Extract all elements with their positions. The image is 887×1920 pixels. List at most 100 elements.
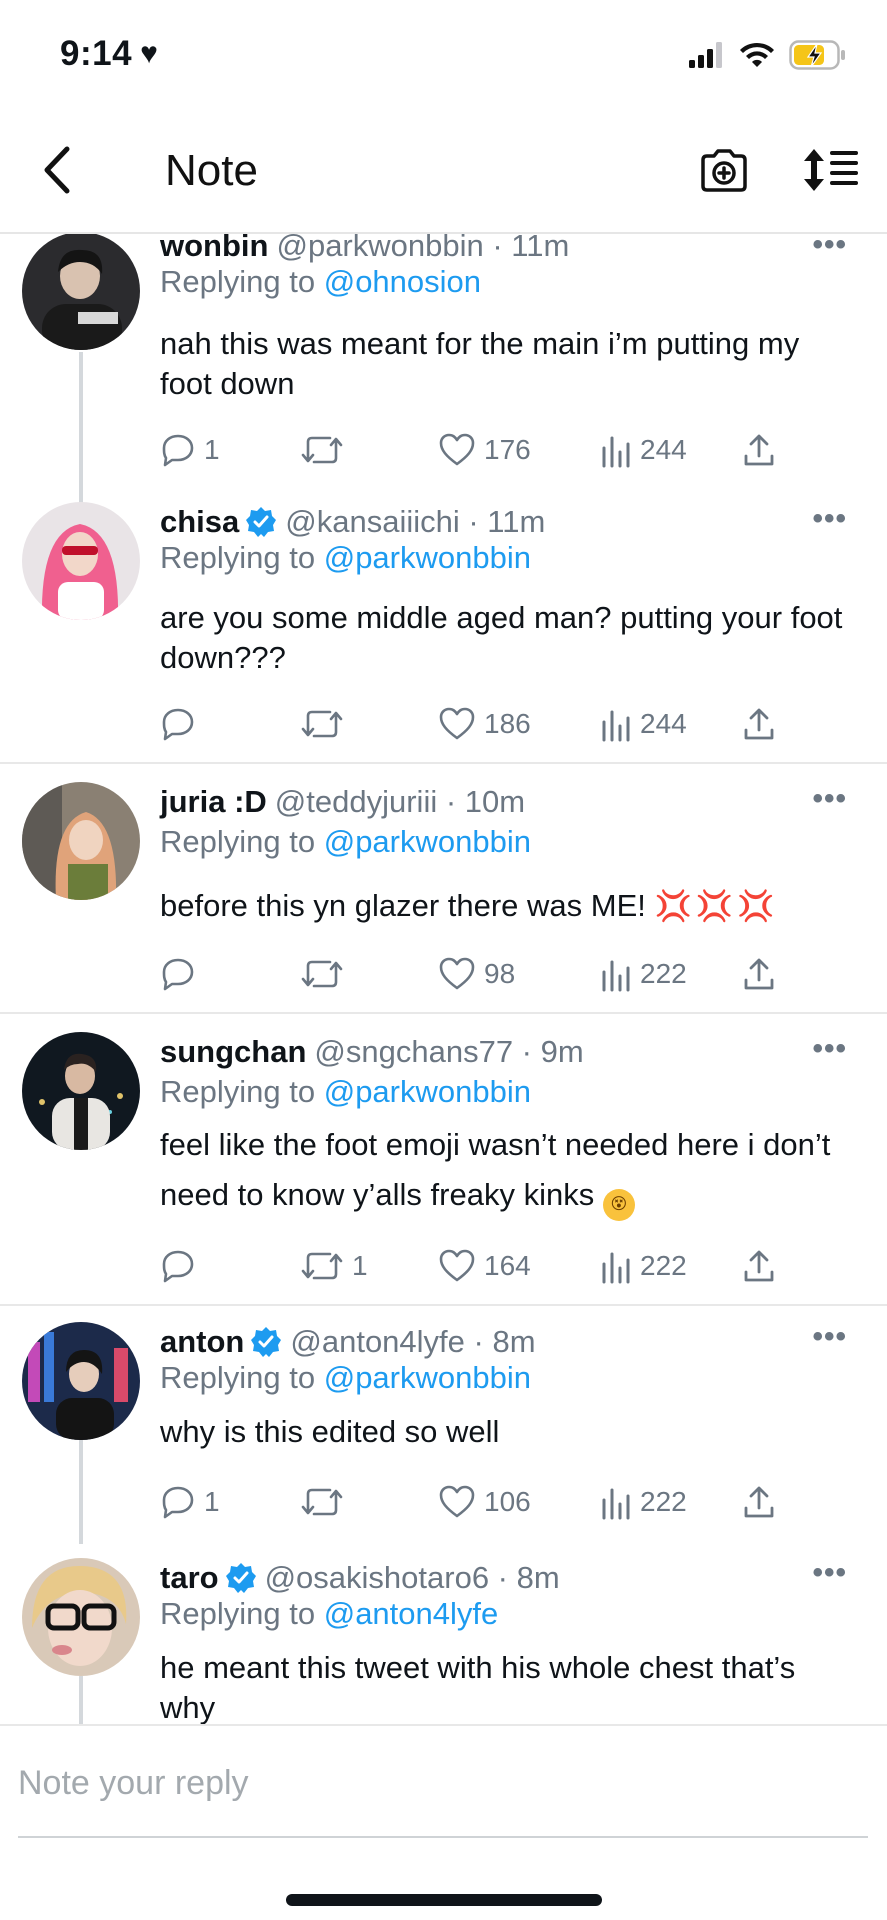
anger-emoji: 💢💢💢 (654, 890, 779, 923)
avatar[interactable] (22, 782, 140, 900)
share-icon (744, 958, 774, 990)
retweet-button[interactable] (300, 428, 352, 472)
tweet-taro[interactable]: taro @osakishotaro6 · 8m ••• Replying to… (0, 1542, 887, 1724)
heart-outline-icon (439, 433, 475, 466)
avatar[interactable] (22, 502, 140, 620)
display-name[interactable]: juria :D (160, 784, 267, 820)
retweet-count: 1 (352, 1250, 368, 1281)
replying-to: Replying to @ohnosion (160, 264, 481, 300)
display-name[interactable]: taro (160, 1560, 219, 1596)
views-bars-icon (602, 710, 630, 742)
display-name[interactable]: chisa (160, 504, 239, 540)
share-button[interactable] (742, 952, 776, 996)
more-options-button[interactable]: ••• (812, 1032, 847, 1066)
retweet-icon (301, 1252, 343, 1280)
replying-to: Replying to @parkwonbbin (160, 1074, 531, 1110)
replying-to: Replying to @parkwonbbin (160, 540, 531, 576)
share-button[interactable] (742, 702, 776, 746)
views-button[interactable]: 222 (600, 952, 687, 996)
like-button[interactable]: 186 (438, 702, 531, 746)
more-options-button[interactable]: ••• (812, 234, 847, 262)
reply-button[interactable] (160, 1244, 204, 1288)
sort-button[interactable] (798, 140, 864, 200)
retweet-button[interactable] (300, 702, 352, 746)
reply-icon (162, 1250, 194, 1283)
display-name[interactable]: wonbin (160, 234, 268, 264)
mention-link[interactable]: @parkwonbbin (324, 824, 531, 859)
like-button[interactable]: 106 (438, 1480, 531, 1524)
replying-prefix: Replying to (160, 1596, 324, 1631)
avatar[interactable] (22, 1032, 140, 1150)
replies-feed[interactable]: wonbin @parkwonbbin · 11m ••• Replying t… (0, 234, 887, 1724)
more-options-button[interactable]: ••• (812, 502, 847, 536)
tweet-wonbin[interactable]: wonbin @parkwonbbin · 11m ••• Replying t… (0, 234, 887, 512)
mention-link[interactable]: @anton4lyfe (324, 1596, 499, 1631)
avatar[interactable] (22, 234, 140, 350)
avatar[interactable] (22, 1322, 140, 1440)
reply-button[interactable]: 1 (160, 428, 220, 472)
mention-link[interactable]: @parkwonbbin (324, 1074, 531, 1109)
tweet-text: why is this edited so well (160, 1414, 500, 1449)
share-icon (744, 708, 774, 740)
more-options-button[interactable]: ••• (812, 782, 847, 816)
verified-badge-icon (225, 1563, 256, 1593)
more-options-button[interactable]: ••• (812, 1556, 847, 1590)
tweet-actions: 98 222 (160, 952, 800, 996)
views-button[interactable]: 222 (600, 1244, 687, 1288)
mention-link[interactable]: @ohnosion (324, 264, 481, 299)
retweet-button[interactable] (300, 1480, 352, 1524)
like-button[interactable]: 164 (438, 1244, 531, 1288)
reply-button[interactable] (160, 702, 204, 746)
reply-icon (162, 434, 194, 467)
tweet-sungchan[interactable]: sungchan @sngchans77 · 9m ••• Replying t… (0, 1014, 887, 1306)
sort-list-icon (804, 149, 858, 191)
views-button[interactable]: 244 (600, 702, 687, 746)
tweet-anton[interactable]: anton @anton4lyfe · 8m ••• Replying to @… (0, 1306, 887, 1544)
signal-icon (689, 42, 722, 68)
retweet-button[interactable]: 1 (300, 1244, 368, 1288)
share-button[interactable] (742, 428, 776, 472)
tweet-actions: 1 176 244 (160, 428, 800, 472)
camera-button[interactable] (694, 140, 754, 200)
display-name[interactable]: sungchan (160, 1034, 306, 1070)
share-button[interactable] (742, 1244, 776, 1288)
tweet-actions: 1 106 222 (160, 1480, 800, 1524)
reply-count: 1 (204, 1486, 220, 1517)
replying-prefix: Replying to (160, 540, 324, 575)
home-indicator[interactable] (286, 1894, 602, 1906)
views-button[interactable]: 244 (600, 428, 687, 472)
reply-button[interactable]: 1 (160, 1480, 220, 1524)
thread-line (79, 1440, 83, 1544)
retweet-button[interactable] (300, 952, 352, 996)
retweet-icon (301, 1488, 343, 1516)
more-options-button[interactable]: ••• (812, 1320, 847, 1354)
mention-link[interactable]: @parkwonbbin (324, 540, 531, 575)
like-button[interactable]: 98 (438, 952, 515, 996)
handle-time: @parkwonbbin · 11m (276, 234, 570, 263)
display-name[interactable]: anton (160, 1324, 244, 1360)
replying-to: Replying to @parkwonbbin (160, 1360, 531, 1396)
like-button[interactable]: 176 (438, 428, 531, 472)
tweet-juria[interactable]: juria :D @teddyjuriii · 10m ••• Replying… (0, 764, 887, 1014)
share-button[interactable] (742, 1480, 776, 1524)
battery-charging-icon (789, 40, 845, 70)
views-count: 244 (640, 434, 687, 465)
tweet-header: chisa @kansaiiichi · 11m (160, 504, 847, 540)
back-button[interactable] (28, 140, 88, 200)
heart-outline-icon (439, 1249, 475, 1282)
reply-input[interactable] (18, 1756, 868, 1810)
tweet-header: wonbin @parkwonbbin · 11m (160, 234, 847, 264)
reply-button[interactable] (160, 952, 204, 996)
reply-icon (162, 958, 194, 991)
views-button[interactable]: 222 (600, 1480, 687, 1524)
camera-plus-icon (701, 149, 747, 192)
avatar[interactable] (22, 1558, 140, 1676)
mention-link[interactable]: @parkwonbbin (324, 1360, 531, 1395)
reply-icon (162, 1486, 194, 1519)
tweet-header: anton @anton4lyfe · 8m (160, 1324, 847, 1360)
reply-count: 1 (204, 434, 220, 465)
like-count: 164 (484, 1250, 531, 1281)
tweet-chisa[interactable]: chisa @kansaiiichi · 11m ••• Replying to… (0, 502, 887, 764)
retweet-icon (301, 436, 343, 464)
thread-line (79, 1676, 83, 1724)
